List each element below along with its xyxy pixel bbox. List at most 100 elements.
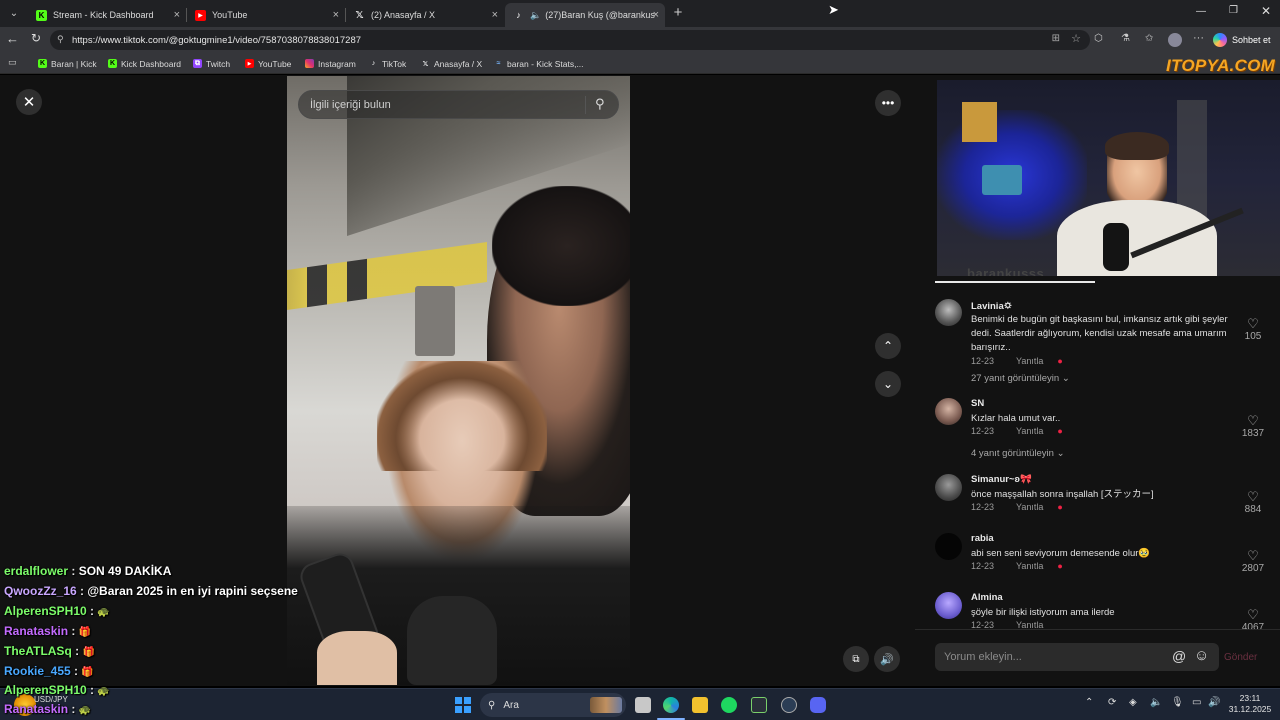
tab-list-chevron-icon[interactable]: ⌄ [6,6,22,22]
site-info-icon[interactable]: ⚲ [57,34,64,45]
chat-emote: 🎁 [82,647,95,658]
bookmark-youtube[interactable]: ▶ YouTube [245,56,291,71]
reply-button[interactable]: Yanıtla [1016,426,1043,436]
comment-meta: 12-23 Yanıtla ● [971,561,1063,571]
sidebar-toggle-icon[interactable]: ▭ [8,57,17,68]
comment-input[interactable]: Yorum ekleyin... @ ☺ [935,643,1219,671]
start-button[interactable] [455,697,471,713]
close-icon[interactable]: × [653,9,659,21]
avatar[interactable] [935,592,962,619]
bookmark-label: Twitch [206,58,231,69]
volume-icon[interactable]: 🔊 [874,646,900,672]
tab-youtube[interactable]: ▶ YouTube × [187,3,346,27]
profile-avatar[interactable] [1168,33,1182,47]
more-options-button[interactable]: ••• [875,90,901,116]
comment-username[interactable]: SN [971,398,984,409]
restore-button[interactable]: ❐ [1229,5,1238,16]
tray-display-icon[interactable]: ▭ [1192,697,1201,708]
bookmark-kick-dashboard[interactable]: K Kick Dashboard [108,56,181,71]
close-window-button[interactable]: ✕ [1261,4,1271,18]
tray-mic-icon[interactable]: 🎙 [1171,697,1184,708]
spotify-icon[interactable] [721,697,737,713]
emoji-icon[interactable]: ☺ [1194,647,1209,664]
avatar[interactable] [935,398,962,425]
steam-icon[interactable] [781,697,797,713]
related-content-search-input[interactable]: İlgili içeriği bulun ⚲ [298,90,619,119]
reply-button[interactable]: Yanıtla [1016,502,1043,512]
bookmark-baran-kick[interactable]: K Baran | Kick [38,56,97,71]
bookmark-kick-stats[interactable]: ≈ baran - Kick Stats,... [494,56,584,71]
chat-message: AlperenSPH10 : 🐢 [4,683,110,697]
comment-username[interactable]: rabia [971,533,994,544]
edge-icon[interactable] [663,697,679,713]
bookmark-label: Instagram [318,58,356,69]
twitch-icon: ⧉ [193,59,202,68]
new-tab-button[interactable]: + [670,5,686,21]
reload-icon[interactable]: ↻ [31,31,41,45]
speaker-icon[interactable]: 🔈 [530,10,541,21]
reply-button[interactable]: Yanıtla [1016,356,1043,366]
close-icon[interactable]: × [333,9,339,21]
comment-meta: 12-23 Yanıtla ● [971,426,1063,436]
view-replies-button[interactable]: 4 yanıt görüntüleyin ⌄ [971,448,1065,459]
back-icon[interactable]: ← [6,31,19,46]
like-button[interactable]: ♡ 1837 [1236,414,1270,440]
app-icon[interactable] [751,697,767,713]
mention-icon[interactable]: @ [1172,648,1186,664]
next-video-button[interactable]: ⌄ [875,371,901,397]
search-icon[interactable]: ⚲ [595,96,605,112]
tab-tiktok[interactable]: ♪ 🔈 (27)Baran Kuş (@barankusss) × [505,3,665,27]
more-menu-icon[interactable]: ··· [1193,32,1204,44]
tab-strip: ⌄ K Stream - Kick Dashboard × ▶ YouTube … [0,0,1280,27]
comment-username[interactable]: Simanur~ʚ🎀 [971,474,1032,485]
tab-x-home[interactable]: 𝕏 (2) Anasayfa / X × [346,3,504,27]
tab-title: (27)Baran Kuş (@barankusss) [545,10,656,20]
collections-icon[interactable]: ✩ [1145,33,1153,44]
tray-volume-icon[interactable]: 🔊 [1208,697,1220,708]
bookmark-tiktok[interactable]: ♪ TikTok [369,56,407,71]
tray-app-icon[interactable]: ◈ [1129,697,1137,708]
extension-icon[interactable]: ⚗ [1121,33,1130,44]
close-video-button[interactable]: ✕ [16,89,42,115]
chat-message: TheATLASq : 🎁 [4,644,95,658]
avatar[interactable] [935,299,962,326]
like-count: 1837 [1241,428,1265,439]
favorite-star-icon[interactable]: ☆ [1071,32,1081,45]
bookmark-twitch[interactable]: ⧉ Twitch [193,56,230,71]
send-button[interactable]: Gönder [1224,652,1257,663]
tray-sync-icon[interactable]: ⟳ [1108,697,1116,708]
clock[interactable]: 23:11 31.12.2025 [1228,693,1272,715]
chat-message: AlperenSPH10 : 🐢 [4,604,110,618]
tiktok-video[interactable] [287,76,630,685]
address-bar[interactable]: ⚲ https://www.tiktok.com/@goktugmine1/vi… [50,30,1090,50]
previous-video-button[interactable]: ⌃ [875,333,901,359]
youtube-icon: ▶ [195,9,206,21]
close-icon[interactable]: × [174,9,180,21]
extensions-icon[interactable]: ⬡ [1094,33,1103,44]
like-button[interactable]: ♡ 884 [1236,490,1270,516]
avatar[interactable] [935,533,962,560]
close-icon[interactable]: × [492,9,498,21]
like-button[interactable]: ♡ 4067 [1236,608,1270,631]
like-button[interactable]: ♡ 2807 [1236,549,1270,575]
comment-username[interactable]: Almina [971,592,1003,603]
taskbar-search[interactable]: ⚲ Ara [480,693,626,717]
reply-button[interactable]: Yanıtla [1016,561,1043,571]
discord-icon[interactable] [810,697,826,713]
like-button[interactable]: ♡ 105 [1236,317,1270,343]
task-view-icon[interactable] [635,697,651,713]
file-explorer-icon[interactable] [692,697,708,713]
grid-icon[interactable]: ⊞ [1052,33,1060,44]
copilot-button[interactable]: Sohbet et [1213,31,1271,49]
picture-in-picture-button[interactable]: ⧉ [843,646,869,672]
bookmark-x[interactable]: 𝕏 Anasayfa / X [421,56,483,71]
tray-chevron-icon[interactable]: ⌃ [1085,697,1093,708]
minimize-button[interactable]: — [1196,6,1206,17]
tab-kick-dashboard[interactable]: K Stream - Kick Dashboard × [28,3,187,27]
bookmark-instagram[interactable]: Instagram [305,56,356,71]
like-count: 2807 [1241,563,1265,574]
view-replies-button[interactable]: 27 yanıt görüntüleyin ⌄ [971,373,1070,384]
avatar[interactable] [935,474,962,501]
tray-speaker-icon[interactable]: 🔈 [1150,697,1162,708]
chat-emote: 🎁 [78,627,92,638]
